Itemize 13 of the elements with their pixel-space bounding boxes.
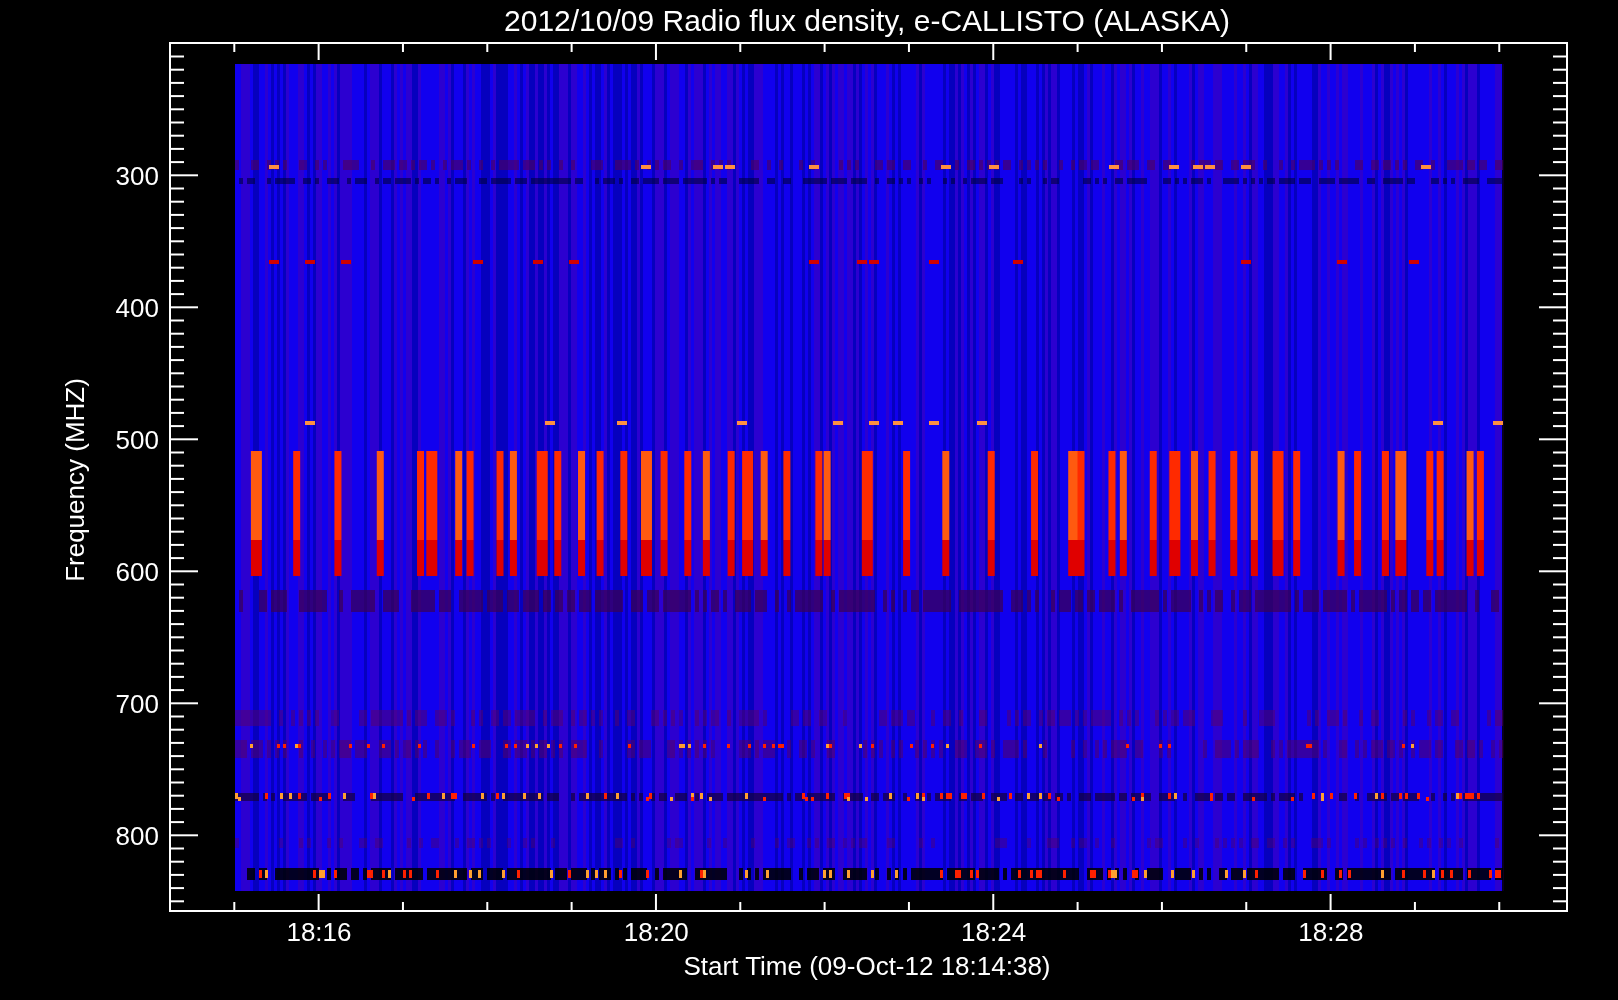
axis-tick-label: 800 xyxy=(115,821,159,852)
plot-title: 2012/10/09 Radio flux density, e-CALLISTO (ALASKA) xyxy=(504,4,1230,37)
axis-tick-label: 700 xyxy=(115,689,159,720)
axis-tick-label: 500 xyxy=(115,425,159,456)
axis-tick-label: 18:24 xyxy=(961,917,1027,947)
axis-tick-label: 300 xyxy=(115,161,159,192)
axis-label: Start Time (09-Oct-12 18:14:38) xyxy=(683,951,1051,981)
axis-label: Frequency (MHZ) xyxy=(60,378,90,582)
axis-tick-label: 18:20 xyxy=(623,917,689,947)
axis-tick-label: 18:28 xyxy=(1298,917,1364,947)
axis-tick-label: 600 xyxy=(115,557,159,588)
axis-tick-label: 400 xyxy=(115,293,159,324)
axis-tick-label: 18:16 xyxy=(286,917,352,947)
